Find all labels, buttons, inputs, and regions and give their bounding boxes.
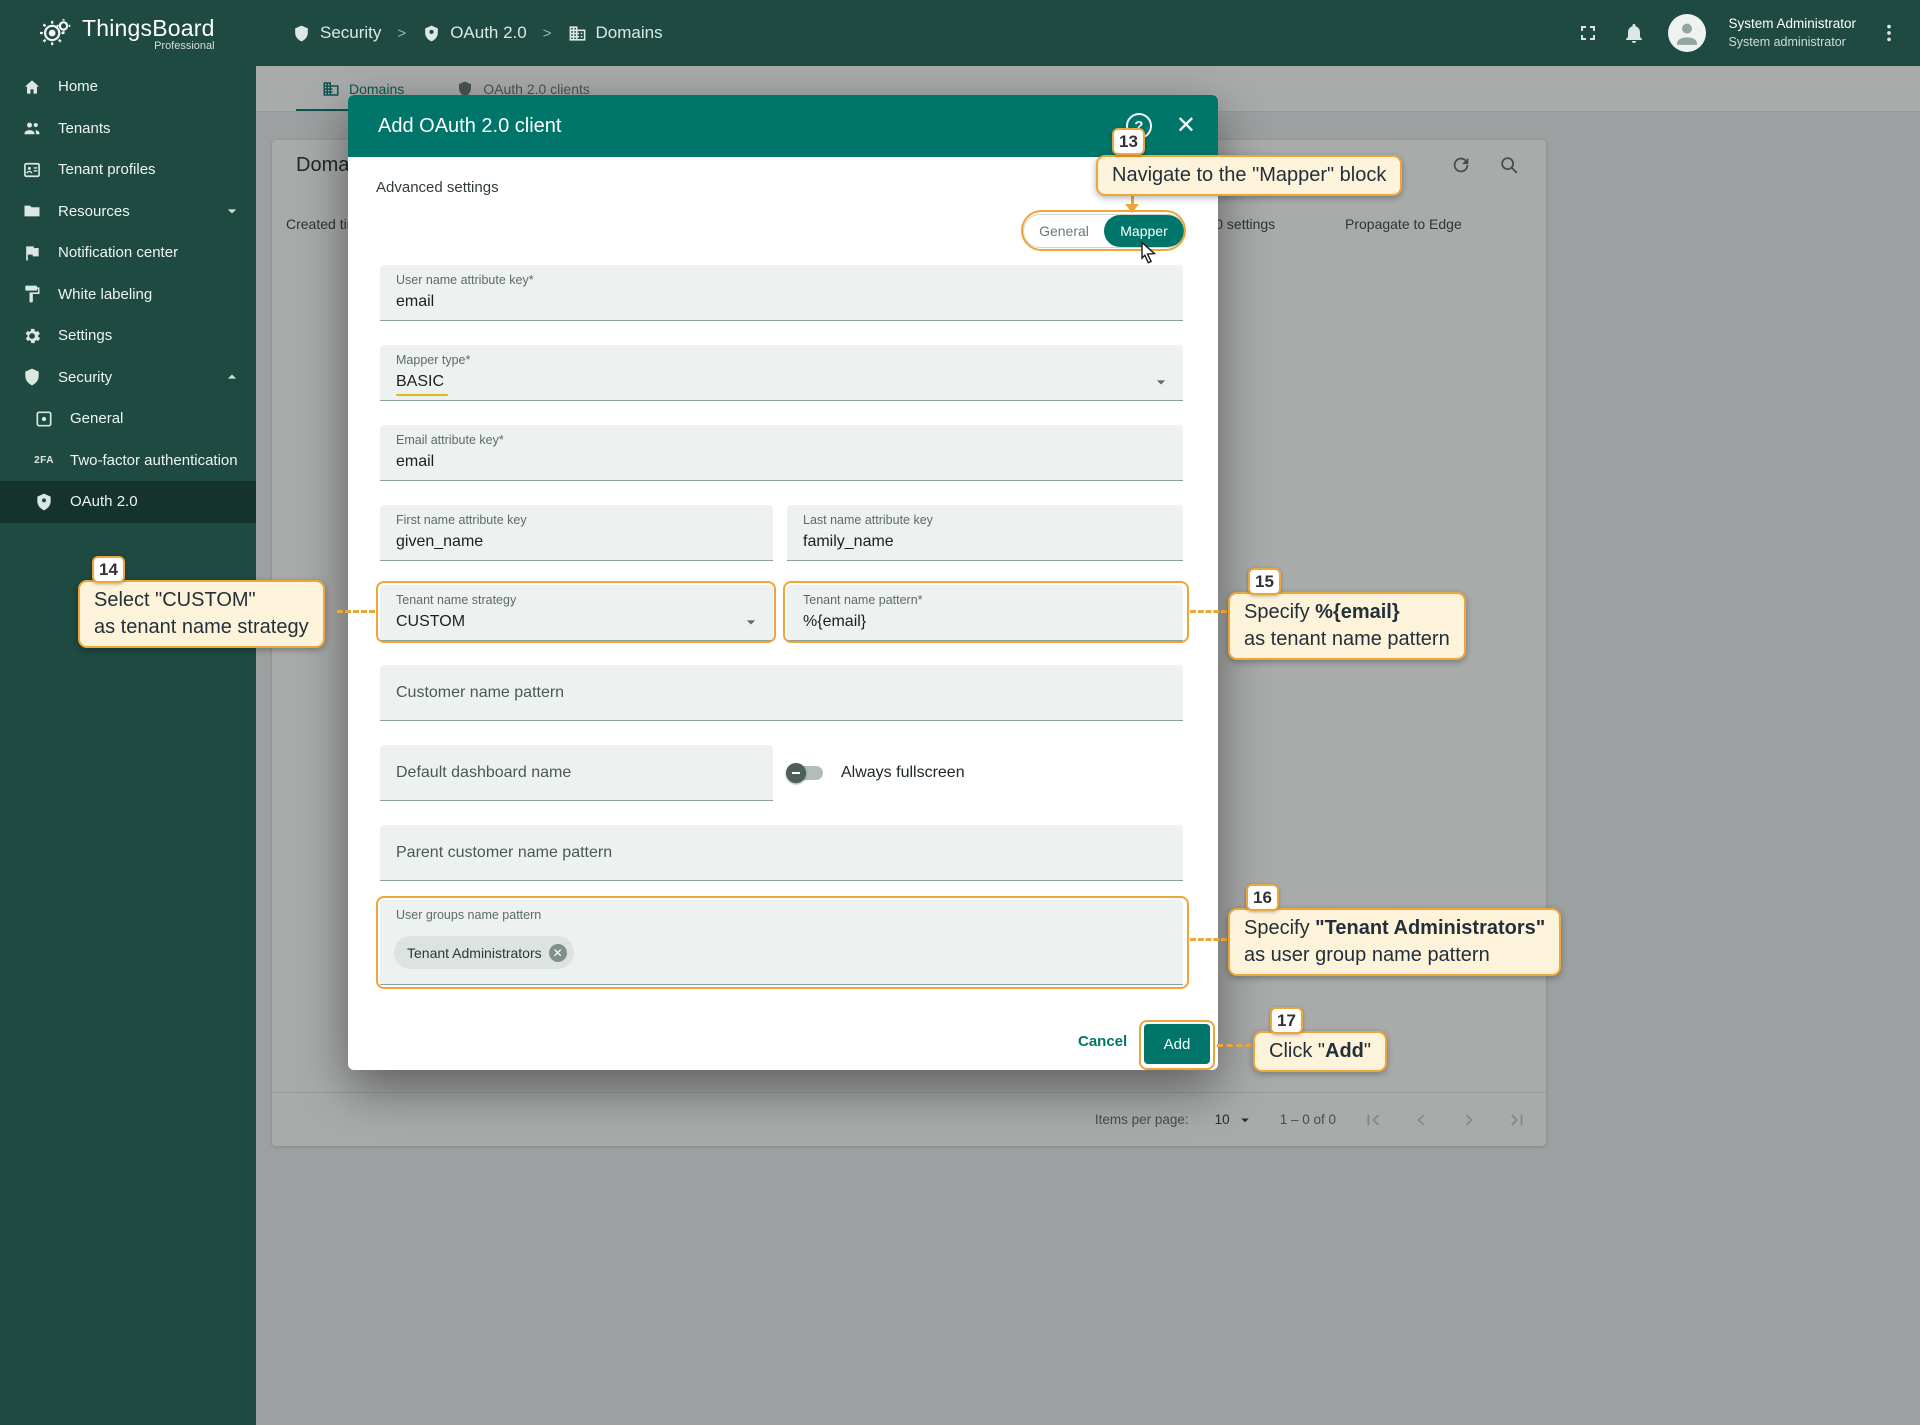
sidebar-item-tenants[interactable]: Tenants — [0, 108, 256, 150]
tenant-name-strategy-select[interactable]: Tenant name strategy CUSTOM — [380, 585, 773, 641]
close-icon[interactable]: ✕ — [1176, 114, 1196, 138]
mouse-cursor-icon — [1136, 240, 1160, 264]
annotation-box-15: Specify %{email} as tenant name pattern — [1228, 592, 1466, 660]
top-bar: ThingsBoard Professional Security > OAut… — [0, 0, 1920, 66]
annotation-box-13: Navigate to the "Mapper" block — [1096, 155, 1402, 196]
settings-applications-icon — [34, 409, 54, 429]
flag-icon — [22, 243, 42, 263]
always-fullscreen-label: Always fullscreen — [841, 764, 965, 782]
gear-icon — [22, 326, 42, 346]
sidebar-item-two-factor[interactable]: 2FA Two-factor authentication — [0, 440, 256, 482]
chevron-down-icon[interactable] — [741, 612, 761, 632]
sidebar-item-security-general[interactable]: General — [0, 398, 256, 440]
annotation-16-connector — [1190, 938, 1227, 941]
breadcrumb-domains[interactable]: Domains — [568, 23, 663, 43]
tenants-people-icon — [22, 118, 42, 138]
toggle-knob-minus-icon — [786, 763, 806, 783]
chip-remove-icon[interactable]: ✕ — [549, 944, 567, 962]
format-paint-icon — [22, 284, 42, 304]
sidebar-item-resources[interactable]: Resources — [0, 191, 256, 233]
user-info[interactable]: System Administrator System administrato… — [1728, 15, 1856, 50]
annotation-badge-14: 14 — [92, 556, 125, 583]
general-mapper-toggle: General Mapper — [1023, 214, 1185, 248]
shield-icon — [22, 367, 42, 387]
oauth-shield-icon — [422, 24, 441, 43]
brand-logo[interactable]: ThingsBoard Professional — [0, 15, 256, 52]
user-role: System administrator — [1728, 34, 1856, 51]
basic-highlight-underline — [396, 394, 448, 397]
annotation-badge-13: 13 — [1112, 128, 1145, 155]
chevron-up-icon — [222, 367, 242, 387]
mapper-type-select[interactable]: Mapper type* BASIC — [380, 345, 1183, 401]
breadcrumb-separator: > — [543, 25, 552, 42]
chevron-down-icon — [222, 201, 242, 221]
oauth-shield-icon — [34, 492, 54, 512]
always-fullscreen-row: Always fullscreen — [789, 745, 965, 801]
parent-customer-name-pattern-field[interactable]: Parent customer name pattern — [380, 825, 1183, 881]
customer-name-pattern-field[interactable]: Customer name pattern — [380, 665, 1183, 721]
sidebar-item-notification-center[interactable]: Notification center — [0, 232, 256, 274]
breadcrumb-separator: > — [397, 25, 406, 42]
section-title: Advanced settings — [376, 179, 499, 196]
annotation-badge-16: 16 — [1246, 884, 1279, 911]
dialog-header: Add OAuth 2.0 client ? ✕ — [348, 95, 1218, 157]
annotation-box-14: Select "CUSTOM" as tenant name strategy — [78, 580, 325, 648]
add-button[interactable]: Add — [1144, 1024, 1210, 1064]
first-name-attribute-key-field[interactable]: First name attribute key given_name — [380, 505, 773, 561]
more-vert-icon[interactable] — [1878, 22, 1900, 44]
fullscreen-icon[interactable] — [1576, 21, 1600, 45]
username-attribute-key-field[interactable]: User name attribute key* email — [380, 265, 1183, 321]
breadcrumb-oauth[interactable]: OAuth 2.0 — [422, 23, 527, 43]
tenant-profiles-icon — [22, 160, 42, 180]
last-name-attribute-key-field[interactable]: Last name attribute key family_name — [787, 505, 1183, 561]
domain-icon — [568, 24, 587, 43]
add-oauth-client-dialog: Add OAuth 2.0 client ? ✕ Advanced settin… — [348, 95, 1218, 1070]
annotation-badge-15: 15 — [1248, 568, 1281, 595]
annotation-13-arrowhead — [1125, 204, 1139, 213]
email-attribute-key-field[interactable]: Email attribute key* email — [380, 425, 1183, 481]
breadcrumb: Security > OAuth 2.0 > Domains — [292, 23, 663, 43]
sidebar-item-settings[interactable]: Settings — [0, 315, 256, 357]
top-bar-actions: System Administrator System administrato… — [1576, 14, 1920, 52]
annotation-box-17: Click "Add" — [1253, 1031, 1387, 1072]
folder-icon — [22, 201, 42, 221]
annotation-14-connector — [337, 610, 375, 613]
home-icon — [22, 77, 42, 97]
sidebar-item-home[interactable]: Home — [0, 66, 256, 108]
cancel-button[interactable]: Cancel — [1078, 1033, 1127, 1050]
user-groups-name-pattern-field[interactable]: User groups name pattern Tenant Administ… — [380, 900, 1183, 985]
brand-gears-icon — [38, 16, 72, 50]
sidebar-item-security[interactable]: Security — [0, 357, 256, 399]
annotation-17-connector — [1217, 1044, 1252, 1047]
toggle-general[interactable]: General — [1024, 215, 1104, 247]
chevron-down-icon[interactable] — [1151, 372, 1171, 392]
tenant-administrators-chip[interactable]: Tenant Administrators ✕ — [394, 936, 574, 969]
brand-name: ThingsBoard — [82, 15, 215, 42]
sidebar: Home Tenants Tenant profiles Resources N… — [0, 66, 256, 1425]
user-avatar[interactable] — [1668, 14, 1706, 52]
always-fullscreen-toggle[interactable] — [789, 766, 823, 780]
sidebar-item-tenant-profiles[interactable]: Tenant profiles — [0, 149, 256, 191]
brand-edition: Professional — [82, 40, 215, 52]
tenant-name-pattern-field[interactable]: Tenant name pattern* %{email} — [787, 585, 1183, 641]
two-factor-icon: 2FA — [34, 455, 54, 466]
annotation-badge-17: 17 — [1270, 1007, 1303, 1034]
annotation-15-connector — [1190, 610, 1227, 613]
sidebar-item-oauth[interactable]: OAuth 2.0 — [0, 481, 256, 523]
shield-icon — [292, 24, 311, 43]
dialog-title: Add OAuth 2.0 client — [378, 115, 561, 138]
default-dashboard-name-field[interactable]: Default dashboard name — [380, 745, 773, 801]
breadcrumb-security[interactable]: Security — [292, 23, 381, 43]
sidebar-item-white-labeling[interactable]: White labeling — [0, 274, 256, 316]
user-name: System Administrator — [1728, 15, 1856, 33]
notifications-bell-icon[interactable] — [1622, 21, 1646, 45]
annotation-box-16: Specify "Tenant Administrators" as user … — [1228, 908, 1561, 976]
